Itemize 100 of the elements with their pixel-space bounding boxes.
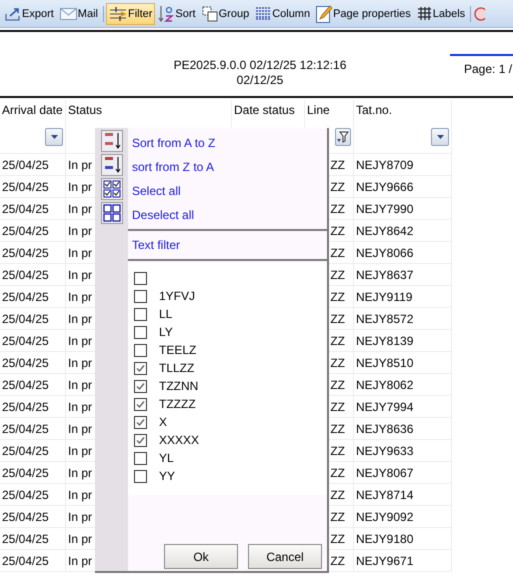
line-code: ZZ [330, 180, 345, 194]
arrival-date: 25/04/25 [2, 400, 49, 414]
column-header: Line [307, 103, 330, 117]
checkbox[interactable] [134, 362, 147, 374]
arrival-date: 25/04/25 [2, 532, 49, 546]
toolbar-button[interactable]: Filter [106, 2, 156, 24]
tat-number: NEJY8067 [356, 466, 414, 480]
filter-value-label: LY [159, 325, 173, 339]
tat-number: NEJY8636 [356, 422, 414, 436]
line-code: ZZ [330, 268, 345, 282]
column-header: Status [68, 103, 102, 117]
checkbox[interactable] [134, 308, 147, 320]
filter-value-label: TLLZZ [159, 361, 194, 375]
status-text: In pr [68, 422, 92, 436]
column-header: Tat.no. [356, 103, 392, 117]
toolbar-button[interactable]: Page properties [313, 2, 414, 24]
filter-value-label: TZZNN [159, 379, 198, 393]
export-icon [5, 6, 21, 20]
toolbar-button[interactable]: Export [2, 2, 57, 24]
sort-descending-icon[interactable] [100, 154, 122, 176]
tat-number: NEJY8510 [356, 356, 414, 370]
checkbox[interactable] [134, 416, 147, 428]
checkbox[interactable] [134, 380, 147, 392]
line-code: ZZ [330, 312, 345, 326]
deselect-all-icon[interactable] [100, 202, 122, 224]
line-code: ZZ [330, 532, 345, 546]
line-code: ZZ [330, 290, 345, 304]
line-code: ZZ [330, 356, 345, 370]
line-code: ZZ [330, 378, 345, 392]
tat-number: NEJY8572 [356, 312, 414, 326]
filter-value-label: X [159, 415, 168, 429]
ok-button[interactable]: Ok [164, 544, 238, 569]
arrival-date: 25/04/25 [2, 202, 49, 216]
checkbox[interactable] [134, 344, 147, 356]
toolbar-button[interactable]: Column [252, 2, 314, 24]
arrival-date: 25/04/25 [2, 422, 49, 436]
checkbox[interactable] [134, 452, 147, 464]
menu-item[interactable]: Sort from A to Z [128, 131, 216, 155]
menu-item[interactable]: Select all [128, 179, 181, 203]
filter-value-label: 1YFVJ [159, 289, 196, 303]
arrival-date: 25/04/25 [2, 180, 49, 194]
status-text: In pr [68, 378, 92, 392]
checkbox[interactable] [134, 398, 147, 410]
active-filter-button[interactable] [335, 128, 351, 146]
toolbar-button[interactable]: Sort [155, 2, 199, 24]
arrival-date: 25/04/25 [2, 158, 49, 172]
line-code: ZZ [330, 224, 345, 238]
line-code: ZZ [330, 400, 345, 414]
column-header: Arrival date [2, 103, 63, 117]
text-filter-link[interactable]: Text filter [128, 233, 180, 257]
cancel-button[interactable]: Cancel [248, 544, 322, 569]
status-text: In pr [68, 510, 92, 524]
line-code: ZZ [330, 510, 345, 524]
labels-icon [416, 6, 432, 21]
checkbox[interactable] [134, 434, 147, 446]
status-text: In pr [68, 312, 92, 326]
status-text: In pr [68, 158, 92, 172]
line-code: ZZ [330, 202, 345, 216]
sort-ascending-icon[interactable] [100, 130, 122, 152]
arrival-date: 25/04/25 [2, 334, 49, 348]
status-text: In pr [68, 400, 92, 414]
status-text: In pr [68, 202, 92, 216]
filter-dropdown-button[interactable] [45, 128, 63, 146]
tat-number: NEJY9092 [356, 510, 414, 524]
line-code: ZZ [330, 444, 345, 458]
caret-icon [436, 134, 444, 138]
checkbox[interactable] [134, 470, 147, 482]
line-code: ZZ [330, 488, 345, 502]
arrival-date: 25/04/25 [2, 224, 49, 238]
checkbox[interactable] [134, 326, 147, 338]
arrival-date: 25/04/25 [2, 444, 49, 458]
checkbox[interactable] [134, 290, 147, 302]
select-all-icon[interactable] [100, 178, 122, 200]
status-text: In pr [68, 224, 92, 238]
tat-number: NEJY8066 [356, 246, 414, 260]
tat-number: NEJY7994 [356, 400, 414, 414]
filter-value-label: LL [159, 307, 172, 321]
toolbar-button[interactable]: Labels [414, 2, 468, 24]
arrival-date: 25/04/25 [2, 466, 49, 480]
toolbar-button[interactable]: Group [198, 2, 252, 24]
status-text: In pr [68, 356, 92, 370]
arrival-date: 25/04/25 [2, 246, 49, 260]
filter-dropdown-button[interactable] [431, 128, 449, 146]
menu-item[interactable]: sort from Z to A [128, 155, 214, 179]
menu-item[interactable]: Deselect all [128, 203, 194, 227]
status-text: In pr [68, 246, 92, 260]
status-text: In pr [68, 554, 92, 568]
filter-icon [108, 6, 127, 22]
arrival-date: 25/04/25 [2, 488, 49, 502]
toolbar-icon[interactable] [473, 6, 486, 22]
tat-number: NEJY8062 [356, 378, 414, 392]
status-text: In pr [68, 334, 92, 348]
line-code: ZZ [330, 554, 345, 568]
toolbar-button[interactable]: Mail [56, 2, 101, 24]
checkbox[interactable] [134, 272, 147, 284]
sort-icon [158, 4, 174, 22]
arrival-date: 25/04/25 [2, 356, 49, 370]
arrival-date: 25/04/25 [2, 554, 49, 568]
tat-number: NEJY8139 [356, 334, 414, 348]
line-code: ZZ [330, 246, 345, 260]
